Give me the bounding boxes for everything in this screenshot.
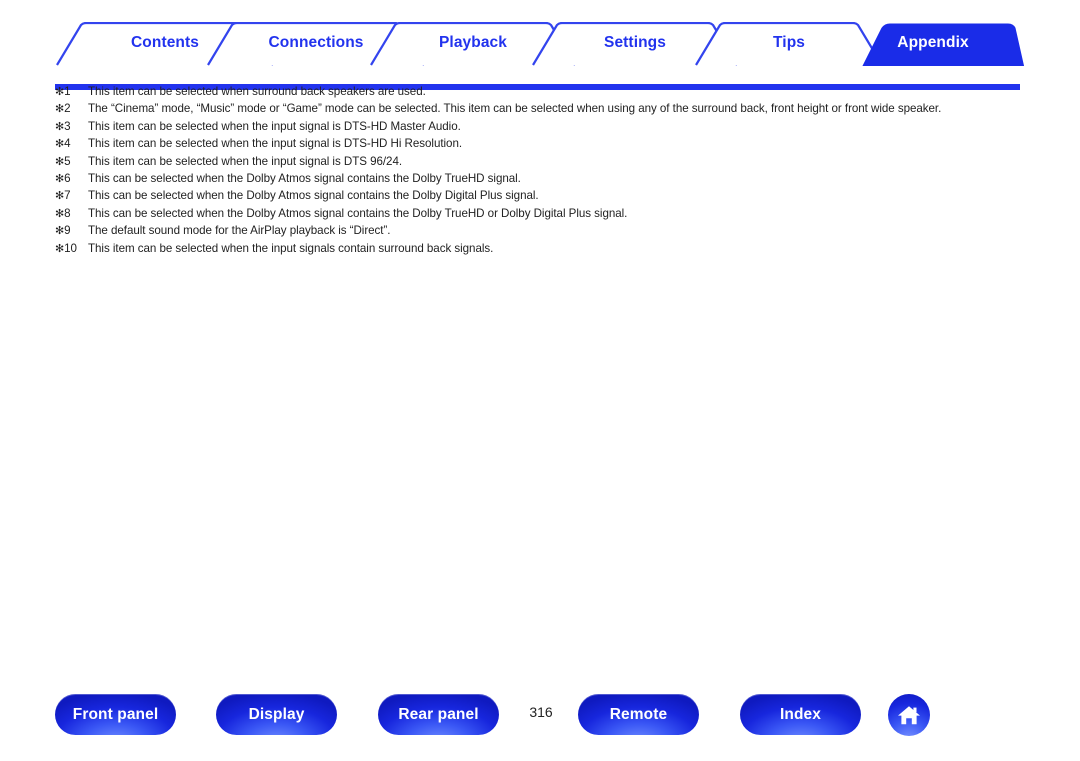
asterisk-icon: ✻: [55, 120, 65, 133]
asterisk-icon: ✻: [55, 172, 65, 185]
footnote-item: ✻1 This item can be selected when surrou…: [55, 85, 1040, 102]
footnote-item: ✻8 This can be selected when the Dolby A…: [55, 207, 1040, 224]
home-icon: [898, 706, 920, 725]
footnote-item: ✻3 This item can be selected when the in…: [55, 120, 1040, 137]
asterisk-icon: ✻: [55, 86, 65, 98]
footnote-item: ✻2 The “Cinema” mode, “Music” mode or “G…: [55, 102, 1040, 119]
index-button-label: Index: [780, 705, 821, 723]
footnote-number: 3: [64, 119, 71, 133]
bottom-navigation-bar: Front panel Display Rear panel 316 Remot…: [0, 694, 1080, 738]
footnote-item: ✻10 This item can be selected when the i…: [55, 242, 1040, 259]
footnote-number: 8: [64, 206, 71, 220]
asterisk-icon: ✻: [55, 155, 65, 168]
tab-settings-label: Settings: [604, 34, 666, 51]
tab-appendix-label: Appendix: [897, 34, 969, 51]
tab-appendix[interactable]: Appendix: [838, 22, 1028, 66]
footnote-item: ✻4 This item can be selected when the in…: [55, 137, 1040, 154]
asterisk-icon: ✻: [55, 207, 65, 220]
footnote-list: ✻1 This item can be selected when surrou…: [55, 85, 1040, 259]
front-panel-button-label: Front panel: [72, 705, 159, 723]
footnote-text: This item can be selected when the input…: [88, 154, 403, 168]
footnote-text: This item can be selected when the input…: [88, 119, 461, 133]
footnote-marker: ✻1: [55, 85, 88, 98]
rear-panel-button-label: Rear panel: [398, 705, 479, 723]
footnote-number: 9: [64, 224, 71, 238]
rear-panel-button[interactable]: Rear panel: [378, 694, 499, 735]
footnote-text: This item can be selected when surround …: [88, 85, 426, 98]
footnote-number: 4: [64, 137, 71, 151]
footnote-number: 1: [64, 85, 71, 98]
footnote-text: This can be selected when the Dolby Atmo…: [88, 206, 628, 220]
footnote-marker: ✻6: [55, 172, 88, 185]
footnote-text: This can be selected when the Dolby Atmo…: [88, 189, 539, 203]
footnote-text: This can be selected when the Dolby Atmo…: [88, 171, 521, 185]
footnote-item: ✻5 This item can be selected when the in…: [55, 155, 1040, 172]
footnote-number: 2: [64, 102, 71, 116]
tab-contents-label: Contents: [131, 34, 199, 51]
display-button[interactable]: Display: [216, 694, 337, 735]
footnote-text: The “Cinema” mode, “Music” mode or “Game…: [88, 102, 942, 116]
footnote-text: This item can be selected when the input…: [88, 137, 463, 151]
footnote-marker: ✻4: [55, 137, 88, 150]
footnote-text: This item can be selected when the input…: [88, 241, 494, 255]
top-tab-bar: Contents Connections Playback Settings T…: [0, 22, 1080, 90]
footnote-item: ✻7 This can be selected when the Dolby A…: [55, 189, 1040, 206]
front-panel-button[interactable]: Front panel: [55, 694, 176, 735]
footnote-marker: ✻5: [55, 155, 88, 168]
footnote-marker: ✻2: [55, 102, 88, 115]
footnote-number: 6: [64, 171, 71, 185]
footnote-marker: ✻10: [55, 242, 88, 255]
asterisk-icon: ✻: [55, 242, 65, 255]
display-button-label: Display: [248, 705, 305, 723]
footnote-marker: ✻3: [55, 120, 88, 133]
asterisk-icon: ✻: [55, 190, 65, 203]
index-button[interactable]: Index: [740, 694, 861, 735]
remote-button-label: Remote: [609, 705, 668, 723]
footnote-marker: ✻8: [55, 207, 88, 220]
tab-playback-label: Playback: [438, 34, 507, 51]
footnote-number: 5: [64, 154, 71, 168]
footnote-marker: ✻9: [55, 224, 88, 237]
footnote-text: The default sound mode for the AirPlay p…: [88, 224, 391, 238]
asterisk-icon: ✻: [55, 225, 65, 238]
footnote-item: ✻9 The default sound mode for the AirPla…: [55, 224, 1040, 241]
tab-tips-label: Tips: [773, 34, 805, 51]
footnote-number: 10: [64, 241, 77, 255]
tab-connections-label: Connections: [268, 34, 364, 51]
asterisk-icon: ✻: [55, 103, 65, 116]
asterisk-icon: ✻: [55, 138, 65, 151]
footnote-marker: ✻7: [55, 189, 88, 202]
page-number: 316: [529, 704, 553, 720]
footnote-item: ✻6 This can be selected when the Dolby A…: [55, 172, 1040, 189]
home-button[interactable]: [888, 694, 930, 736]
remote-button[interactable]: Remote: [578, 694, 699, 735]
footnote-number: 7: [64, 189, 71, 203]
